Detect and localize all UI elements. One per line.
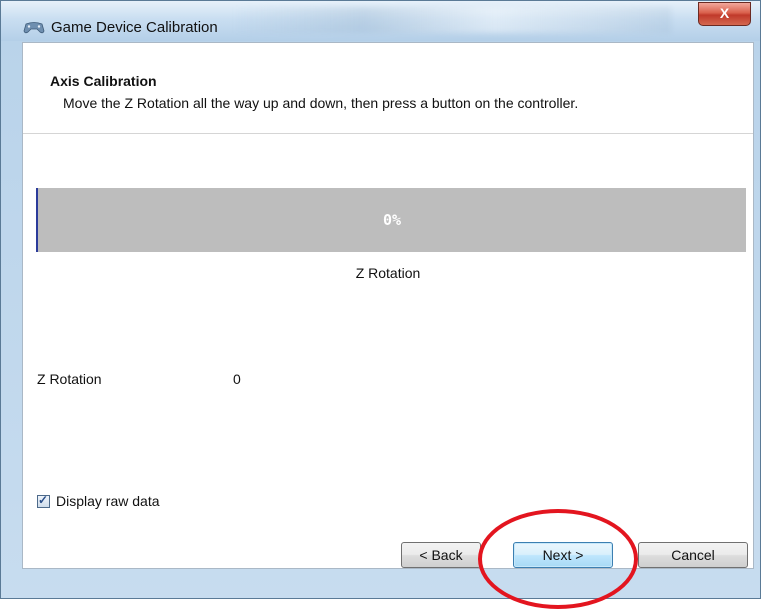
page-description: Move the Z Rotation all the way up and d…: [63, 95, 579, 111]
next-button[interactable]: Next >: [513, 542, 613, 568]
progress-percent: 0%: [382, 211, 402, 229]
page-title: Axis Calibration: [50, 73, 157, 89]
display-raw-data-option[interactable]: Display raw data: [37, 493, 160, 509]
back-button[interactable]: < Back: [401, 542, 481, 568]
display-raw-data-checkbox[interactable]: [37, 493, 50, 508]
wizard-header: Axis Calibration Move the Z Rotation all…: [23, 43, 753, 134]
title-bar[interactable]: Game Device Calibration X: [1, 1, 760, 41]
cancel-button[interactable]: Cancel: [638, 542, 748, 568]
close-button[interactable]: X: [698, 2, 751, 26]
calibration-window: Game Device Calibration X Axis Calibrati…: [0, 0, 761, 609]
window-title: Game Device Calibration: [51, 19, 218, 36]
raw-data-label: Z Rotation: [37, 371, 102, 387]
game-controller-icon: [23, 22, 45, 34]
wizard-content: Axis Calibration Move the Z Rotation all…: [22, 42, 754, 569]
display-raw-data-label[interactable]: Display raw data: [56, 493, 160, 509]
axis-progress-bar: 0%: [36, 188, 746, 252]
raw-data-value: 0: [233, 371, 241, 387]
axis-caption: Z Rotation: [355, 265, 421, 281]
